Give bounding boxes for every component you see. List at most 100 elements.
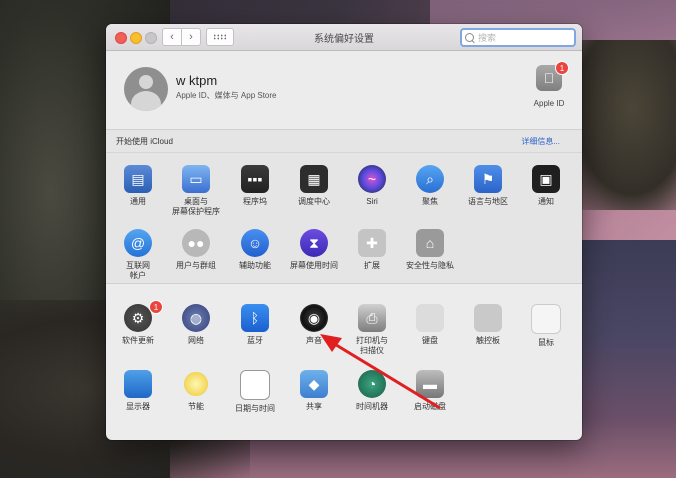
pref-security[interactable]: ⌂ 安全性与隐私 (401, 229, 459, 271)
accessibility-icon: ☺ (241, 229, 269, 257)
notifications-icon: ▣ (532, 165, 560, 193)
network-icon: ◍ (182, 304, 210, 332)
pref-users[interactable]: ●● 用户与群组 (167, 229, 225, 271)
pref-label: 时间机器 (356, 402, 388, 411)
pref-label: 键盘 (422, 336, 438, 345)
icloud-details-link[interactable]: 详细信息... (521, 136, 560, 147)
pref-keyboard[interactable]: 键盘 (401, 304, 459, 346)
icloud-banner: 开始使用 iCloud 详细信息... (106, 129, 582, 152)
search-icon (465, 33, 474, 42)
display-icon (124, 370, 152, 398)
pref-label: 显示器 (126, 402, 150, 411)
apple-id-label[interactable]: Apple ID (526, 99, 572, 108)
pref-notifications[interactable]: ▣ 通知 (517, 165, 575, 207)
system-preferences-window: ‹ › 系统偏好设置 搜索 w ktpm Apple ID、媒体与 App St… (106, 24, 582, 440)
pref-network[interactable]: ◍ 网络 (167, 304, 225, 346)
energy-saver-icon (182, 370, 210, 398)
mission-control-icon: ▦ (300, 165, 328, 193)
pref-dock[interactable]: ▪▪▪ 程序坞 (226, 165, 284, 207)
bluetooth-icon: ᛒ (241, 304, 269, 332)
pref-energy-saver[interactable]: 节能 (167, 370, 225, 412)
pref-spotlight[interactable]: ⌕ 聚焦 (401, 165, 459, 207)
mouse-icon (531, 304, 561, 334)
pref-software-update[interactable]: ⚙ 1 软件更新 (109, 300, 167, 346)
apple-id-badge: 1 (555, 61, 569, 75)
pref-label: 通用 (130, 197, 146, 206)
pref-language[interactable]: ⚑ 语言与地区 (459, 165, 517, 207)
pref-label: 网络 (188, 336, 204, 345)
pref-label: 启动磁盘 (414, 402, 446, 411)
pref-label: 语言与地区 (468, 197, 508, 206)
pref-bluetooth[interactable]: ᛒ 蓝牙 (226, 304, 284, 346)
pref-date-time[interactable]: ◷ 日期与时间 (226, 370, 284, 414)
printer-icon: ⎙ (358, 304, 386, 332)
pref-screen-time[interactable]: ⧗ 屏幕使用时间 (285, 229, 343, 271)
icloud-text: 开始使用 iCloud (116, 137, 173, 146)
startup-disk-icon: ▬ (416, 370, 444, 398)
account-header: w ktpm Apple ID、媒体与 App Store  1 Apple … (106, 51, 582, 129)
pref-label: 声音 (306, 336, 322, 345)
pref-label: 调度中心 (298, 197, 330, 206)
pref-desktop[interactable]: ▭ 桌面与 屏幕保护程序 (167, 165, 225, 217)
avatar-head (139, 75, 153, 89)
username: w ktpm (176, 73, 218, 88)
wallpaper-rock-right (566, 40, 676, 210)
desktop-icon: ▭ (182, 165, 210, 193)
dock-icon: ▪▪▪ (241, 165, 269, 193)
pref-label: 屏幕使用时间 (290, 261, 338, 270)
date-time-icon: ◷ (240, 370, 270, 400)
pref-label: 互联网 帐户 (126, 261, 150, 280)
time-machine-icon: ◔ (358, 370, 386, 398)
pref-internet-accounts[interactable]: @ 互联网 帐户 (109, 229, 167, 281)
pref-displays[interactable]: 显示器 (109, 370, 167, 412)
language-icon: ⚑ (474, 165, 502, 193)
general-icon: ▤ (124, 165, 152, 193)
avatar[interactable] (124, 67, 168, 111)
pref-mouse[interactable]: 鼠标 (517, 304, 575, 348)
sound-icon: ◉ (300, 304, 328, 332)
preferences-section-1: ▤ 通用 ▭ 桌面与 屏幕保护程序 ▪▪▪ 程序坞 ▦ 调度中心 ~ Siri … (106, 152, 582, 283)
pref-extensions[interactable]: ✚ 扩展 (343, 229, 401, 271)
spotlight-icon: ⌕ (416, 165, 444, 193)
pref-sound[interactable]: ◉ 声音 (285, 304, 343, 346)
pref-label: 桌面与 屏幕保护程序 (172, 197, 220, 216)
pref-printers[interactable]: ⎙ 打印机与 扫描仪 (343, 304, 401, 356)
pref-label: 安全性与隐私 (406, 261, 454, 270)
pref-label: 触控板 (476, 336, 500, 345)
pref-trackpad[interactable]: 触控板 (459, 304, 517, 346)
pref-label: 程序坞 (243, 197, 267, 206)
avatar-body (131, 91, 161, 111)
pref-label: 蓝牙 (247, 336, 263, 345)
search-placeholder: 搜索 (478, 33, 497, 43)
pref-label: 节能 (188, 402, 204, 411)
extensions-icon: ✚ (358, 229, 386, 257)
security-icon: ⌂ (416, 229, 444, 257)
pref-sharing[interactable]: ◆ 共享 (285, 370, 343, 412)
pref-label: 共享 (306, 402, 322, 411)
pref-time-machine[interactable]: ◔ 时间机器 (343, 370, 401, 412)
keyboard-icon (416, 304, 444, 332)
pref-siri[interactable]: ~ Siri (343, 165, 401, 207)
pref-mission-control[interactable]: ▦ 调度中心 (285, 165, 343, 207)
search-field[interactable]: 搜索 (460, 28, 576, 47)
pref-label: Siri (366, 197, 378, 206)
internet-accounts-icon: @ (124, 229, 152, 257)
pref-label: 打印机与 扫描仪 (356, 336, 388, 355)
pref-label: 鼠标 (538, 338, 554, 347)
siri-icon: ~ (358, 165, 386, 193)
users-icon: ●● (182, 229, 210, 257)
pref-general[interactable]: ▤ 通用 (109, 165, 167, 207)
pref-label: 用户与群组 (176, 261, 216, 270)
pref-label: 日期与时间 (235, 404, 275, 413)
pref-label: 聚焦 (422, 197, 438, 206)
pref-accessibility[interactable]: ☺ 辅助功能 (226, 229, 284, 271)
pref-startup-disk[interactable]: ▬ 启动磁盘 (401, 370, 459, 412)
pref-label: 软件更新 (122, 336, 154, 345)
account-subtitle: Apple ID、媒体与 App Store (176, 91, 277, 100)
preferences-section-2: ⚙ 1 软件更新 ◍ 网络 ᛒ 蓝牙 ◉ 声音 ⎙ 打印机与 扫描仪 键盘 触控… (106, 283, 582, 422)
pref-label: 通知 (538, 197, 554, 206)
title-bar: ‹ › 系统偏好设置 搜索 (106, 24, 582, 51)
trackpad-icon (474, 304, 502, 332)
screen-time-icon: ⧗ (300, 229, 328, 257)
pref-label: 辅助功能 (239, 261, 271, 270)
